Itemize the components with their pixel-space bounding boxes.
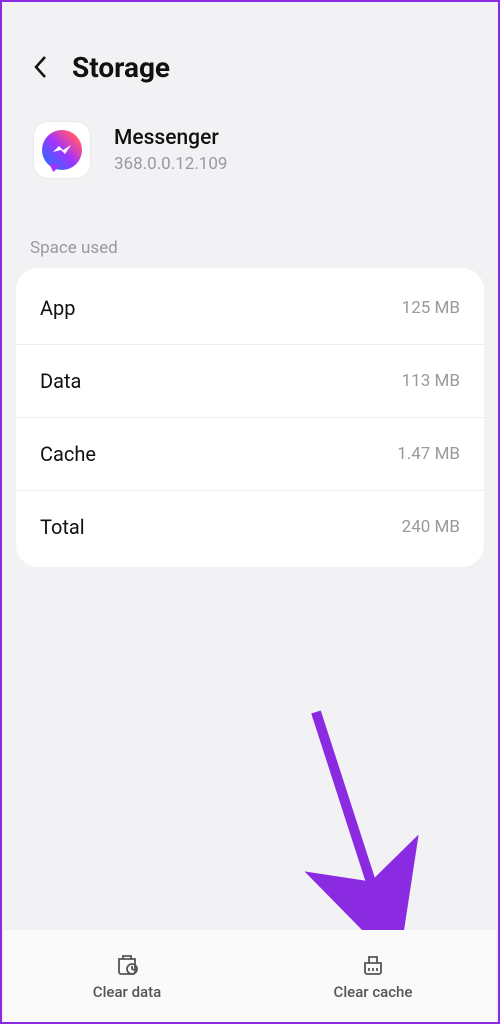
clear-data-label: Clear data: [93, 983, 161, 1001]
row-label: Data: [40, 369, 81, 393]
row-data: Data 113 MB: [16, 345, 484, 418]
row-total: Total 240 MB: [16, 491, 484, 563]
clear-data-button[interactable]: Clear data: [4, 930, 250, 1022]
bottom-bar: Clear data Clear cache: [4, 930, 496, 1022]
back-button[interactable]: [24, 50, 58, 84]
trash-clock-icon: [114, 951, 140, 977]
messenger-bolt-icon: [51, 144, 73, 156]
row-app: App 125 MB: [16, 272, 484, 345]
row-value: 240 MB: [402, 517, 460, 537]
app-version: 368.0.0.12.109: [114, 154, 227, 174]
row-value: 125 MB: [402, 298, 460, 318]
row-cache: Cache 1.47 MB: [16, 418, 484, 491]
space-used-card: App 125 MB Data 113 MB Cache 1.47 MB Tot…: [16, 268, 484, 567]
app-info-row: Messenger 368.0.0.12.109: [2, 102, 498, 206]
clear-cache-button[interactable]: Clear cache: [250, 930, 496, 1022]
storage-screen: Storage Messenger 368.0.0.12.109 Space u…: [0, 0, 500, 1024]
chevron-left-icon: [32, 54, 50, 80]
page-title: Storage: [72, 51, 170, 84]
row-value: 113 MB: [402, 371, 460, 391]
section-label: Space used: [2, 206, 498, 268]
app-name: Messenger: [114, 126, 227, 150]
messenger-icon: [34, 122, 90, 178]
header: Storage: [2, 38, 498, 102]
brush-icon: [360, 951, 386, 977]
row-label: Cache: [40, 442, 96, 466]
row-label: App: [40, 296, 76, 320]
row-label: Total: [40, 515, 85, 539]
row-value: 1.47 MB: [397, 444, 460, 464]
clear-cache-label: Clear cache: [334, 983, 413, 1001]
app-info: Messenger 368.0.0.12.109: [114, 126, 227, 174]
annotation-arrow: [302, 702, 422, 942]
